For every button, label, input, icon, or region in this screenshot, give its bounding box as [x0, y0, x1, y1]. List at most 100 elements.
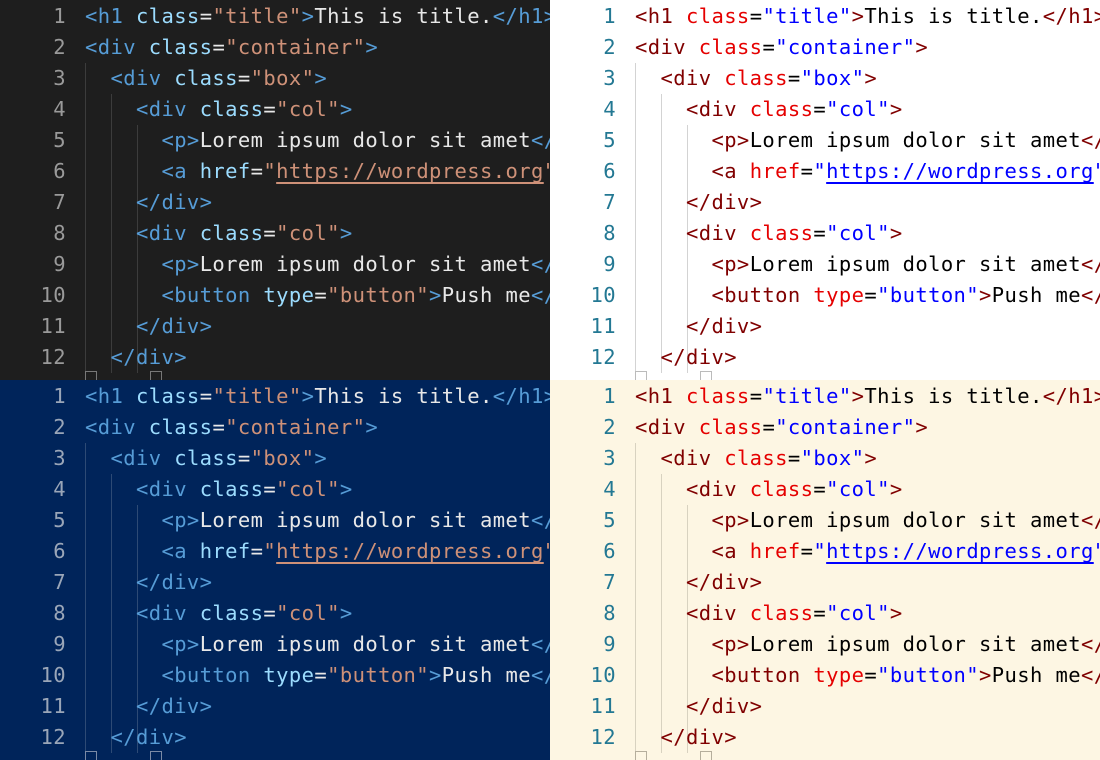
- code-line[interactable]: 2 <div class="container">: [550, 32, 1100, 63]
- code-line[interactable]: 2 <div class="container">: [550, 412, 1100, 443]
- fold-marker-icon: [85, 371, 97, 380]
- editor-pane-cream[interactable]: 1<h1 class="title">This is title.</h1>2<…: [550, 380, 1100, 760]
- editor-pane-dark[interactable]: 1<h1 class="title">This is title.</h1>2<…: [0, 0, 550, 380]
- code-line[interactable]: 12 </div>: [550, 722, 1100, 753]
- code-line[interactable]: 8 <div class="col">: [0, 598, 550, 629]
- editor-pane-blue[interactable]: 1<h1 class="title">This is title.</h1>2<…: [0, 380, 550, 760]
- line-number: 4: [603, 97, 616, 121]
- code-line[interactable]: 11 </div>: [0, 311, 550, 342]
- code-line[interactable]: 9 <p>Lorem ipsum dolor sit amet</p>: [0, 249, 550, 280]
- code-line[interactable]: 4 <div class="col">: [550, 474, 1100, 505]
- token: "col": [276, 477, 340, 501]
- code-line[interactable]: 9 <p>Lorem ipsum dolor sit amet</p>: [0, 629, 550, 660]
- token: class: [174, 446, 238, 470]
- code-line[interactable]: 1 <h1 class="title">This is title.</h1>: [0, 381, 550, 412]
- code-text: <div class="box">: [85, 63, 327, 94]
- code-text: <p>Lorem ipsum dolor sit amet</p>: [635, 505, 1100, 536]
- code-line[interactable]: 12 </div>: [0, 342, 550, 373]
- token: <div: [635, 415, 699, 439]
- code-line[interactable]: 4 <div class="col">: [0, 94, 550, 125]
- token: ": [1094, 539, 1100, 563]
- token: =: [813, 97, 827, 121]
- token: >: [301, 384, 315, 408]
- token: class: [199, 97, 264, 121]
- token: </div>: [660, 345, 737, 369]
- code-text: </div>: [85, 691, 212, 722]
- code-line[interactable]: 7 </div>: [550, 187, 1100, 218]
- token: <p>: [161, 632, 200, 656]
- code-line[interactable]: 1 <h1 class="title">This is title.</h1>: [550, 381, 1100, 412]
- code-line[interactable]: 5 <p>Lorem ipsum dolor sit amet</p>: [550, 125, 1100, 156]
- code-line[interactable]: 6 <a href="https://wordpress.org">: [550, 156, 1100, 187]
- code-line[interactable]: 12 </div>: [550, 342, 1100, 373]
- code-text: <div class="col">: [635, 474, 903, 505]
- token: >: [851, 4, 865, 28]
- token: <div: [110, 446, 175, 470]
- token: type: [813, 283, 865, 307]
- line-number: 4: [53, 97, 66, 121]
- code-line[interactable]: 5 <p>Lorem ipsum dolor sit amet</p>: [550, 505, 1100, 536]
- token: </div>: [685, 190, 763, 214]
- token: =: [813, 221, 827, 245]
- code-line[interactable]: 12 </div>: [0, 722, 550, 753]
- line-number: 7: [603, 190, 616, 214]
- line-number: 2: [53, 415, 66, 439]
- code-text: <a href="https://wordpress.org">: [85, 536, 550, 567]
- code-line[interactable]: 7 </div>: [0, 567, 550, 598]
- token: https://wordpress.org: [826, 539, 1094, 563]
- code-line[interactable]: 2 <div class="container">: [0, 412, 550, 443]
- code-line[interactable]: 6 <a href="https://wordpress.org">: [550, 536, 1100, 567]
- code-line[interactable]: 6 <a href="https://wordpress.org">: [0, 156, 550, 187]
- code-line[interactable]: 6 <a href="https://wordpress.org">: [0, 536, 550, 567]
- code-line[interactable]: 3 <div class="box">: [550, 443, 1100, 474]
- code-line[interactable]: 7 </div>: [550, 567, 1100, 598]
- code-line[interactable]: 9 <p>Lorem ipsum dolor sit amet</p>: [550, 249, 1100, 280]
- code-line[interactable]: 9 <p>Lorem ipsum dolor sit amet</p>: [550, 629, 1100, 660]
- code-line[interactable]: 11 </div>: [550, 311, 1100, 342]
- code-line[interactable]: 3 <div class="box">: [0, 63, 550, 94]
- code-line[interactable]: 4 <div class="col">: [0, 474, 550, 505]
- token: <a: [161, 159, 200, 183]
- code-line[interactable]: 11 </div>: [0, 691, 550, 722]
- code-text: </div>: [635, 342, 737, 373]
- code-line[interactable]: 7 </div>: [0, 187, 550, 218]
- code-line[interactable]: 10 <button type="button">Push me</button…: [0, 280, 550, 311]
- token: =: [263, 97, 277, 121]
- code-line[interactable]: 2 <div class="container">: [0, 32, 550, 63]
- token: >: [979, 663, 992, 687]
- code-line[interactable]: 10 <button type="button">Push me</button…: [0, 660, 550, 691]
- line-number: 3: [603, 446, 616, 470]
- code-line[interactable]: 8 <div class="col">: [550, 218, 1100, 249]
- code-line[interactable]: 10 <button type="button">Push me</button…: [550, 660, 1100, 691]
- code-line[interactable]: 10 <button type="button">Push me</button…: [550, 280, 1100, 311]
- code-line[interactable]: 5 <p>Lorem ipsum dolor sit amet</p>: [0, 125, 550, 156]
- token: <div: [660, 446, 725, 470]
- token: Push me: [991, 663, 1081, 687]
- token: class: [749, 477, 814, 501]
- token: >: [339, 97, 353, 121]
- token: >: [429, 663, 442, 687]
- token: </p>: [530, 252, 550, 276]
- token: This is title.: [314, 4, 493, 28]
- code-line[interactable]: 8 <div class="col">: [550, 598, 1100, 629]
- code-line[interactable]: 11 </div>: [550, 691, 1100, 722]
- fold-marker-icon: [150, 371, 162, 380]
- token: "title": [762, 4, 852, 28]
- code-line[interactable]: 3 <div class="box">: [0, 443, 550, 474]
- code-text: <a href="https://wordpress.org">: [635, 156, 1100, 187]
- token: >: [915, 415, 929, 439]
- code-text: <div class="container">: [635, 32, 928, 63]
- editor-pane-light[interactable]: 1<h1 class="title">This is title.</h1>2<…: [550, 0, 1100, 380]
- code-line[interactable]: 1 <h1 class="title">This is title.</h1>: [550, 1, 1100, 32]
- code-line[interactable]: 1 <h1 class="title">This is title.</h1>: [0, 1, 550, 32]
- code-line[interactable]: 4 <div class="col">: [550, 94, 1100, 125]
- code-line[interactable]: 3 <div class="box">: [550, 63, 1100, 94]
- token: class: [698, 35, 763, 59]
- code-line[interactable]: 8 <div class="col">: [0, 218, 550, 249]
- code-line[interactable]: 5 <p>Lorem ipsum dolor sit amet</p>: [0, 505, 550, 536]
- token: <p>: [711, 508, 750, 532]
- code-text: <button type="button">Push me</button>: [85, 660, 550, 691]
- token: type: [813, 663, 865, 687]
